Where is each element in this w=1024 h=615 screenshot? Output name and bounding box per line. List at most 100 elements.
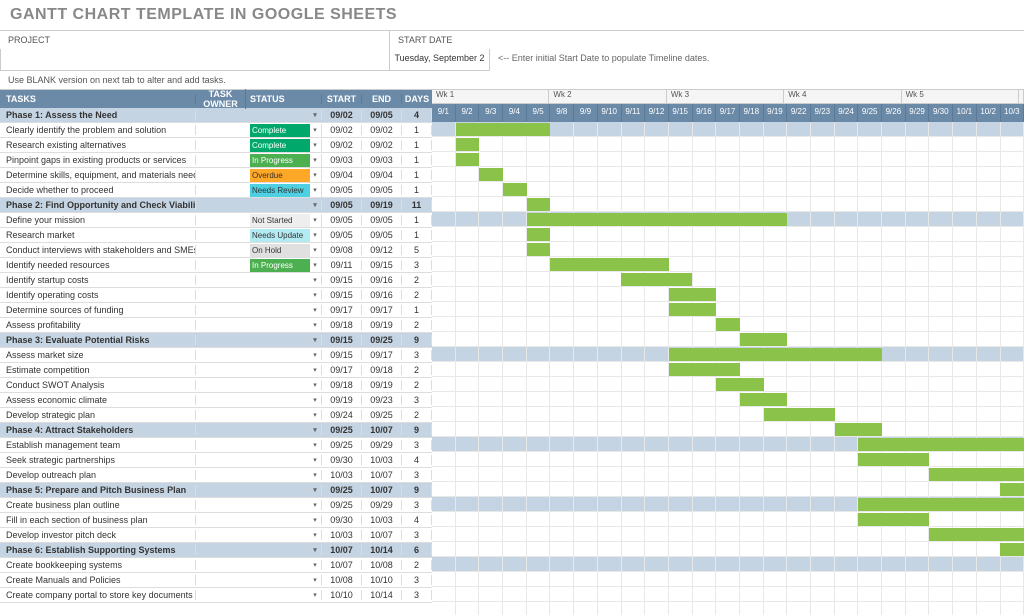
phase-row[interactable]: Phase 6: Establish Supporting Systems▾10… <box>0 543 432 558</box>
task-row[interactable]: Identify operating costs▾09/1509/162 <box>0 288 432 303</box>
start-date[interactable]: 10/03 <box>322 470 362 480</box>
gantt-bar[interactable] <box>764 408 835 421</box>
phase-row[interactable]: Phase 4: Attract Stakeholders▾09/2510/07… <box>0 423 432 438</box>
dropdown-icon[interactable]: ▾ <box>310 395 320 405</box>
start-date[interactable]: 10/10 <box>322 590 362 600</box>
phase-row[interactable]: Phase 3: Evaluate Potential Risks▾09/150… <box>0 333 432 348</box>
end-date[interactable]: 09/05 <box>362 110 402 120</box>
status-cell[interactable]: ▾ <box>246 365 322 375</box>
gantt-bar[interactable] <box>669 303 716 316</box>
dropdown-icon[interactable]: ▾ <box>310 140 320 150</box>
dropdown-icon[interactable]: ▾ <box>310 545 320 555</box>
task-row[interactable]: Estimate competition▾09/1709/182 <box>0 363 432 378</box>
end-date[interactable]: 10/07 <box>362 530 402 540</box>
task-row[interactable]: Identify needed resourcesIn Progress▾09/… <box>0 258 432 273</box>
start-date[interactable]: 09/24 <box>322 410 362 420</box>
gantt-bar[interactable] <box>858 498 1024 511</box>
start-date[interactable]: 09/18 <box>322 380 362 390</box>
project-input[interactable] <box>0 49 390 71</box>
start-date[interactable]: 10/03 <box>322 530 362 540</box>
task-row[interactable]: Develop strategic plan▾09/2409/252 <box>0 408 432 423</box>
phase-row[interactable]: Phase 1: Assess the Need▾09/0209/054 <box>0 108 432 123</box>
gantt-bar[interactable] <box>456 153 480 166</box>
gantt-bar[interactable] <box>858 513 929 526</box>
end-date[interactable]: 09/17 <box>362 305 402 315</box>
dropdown-icon[interactable]: ▾ <box>310 245 320 255</box>
end-date[interactable]: 09/15 <box>362 260 402 270</box>
end-date[interactable]: 09/25 <box>362 410 402 420</box>
status-cell[interactable]: ▾ <box>246 395 322 405</box>
task-row[interactable]: Assess profitability▾09/1809/192 <box>0 318 432 333</box>
gantt-bar[interactable] <box>456 123 551 136</box>
status-cell[interactable]: ▾ <box>246 515 322 525</box>
dropdown-icon[interactable]: ▾ <box>310 515 320 525</box>
start-date[interactable]: 09/15 <box>322 290 362 300</box>
phase-row[interactable]: Phase 5: Prepare and Pitch Business Plan… <box>0 483 432 498</box>
start-date[interactable]: 09/15 <box>322 275 362 285</box>
task-row[interactable]: Assess market size▾09/1509/173 <box>0 348 432 363</box>
end-date[interactable]: 09/16 <box>362 275 402 285</box>
start-date[interactable]: 09/02 <box>322 125 362 135</box>
task-row[interactable]: Create business plan outline▾09/2509/293 <box>0 498 432 513</box>
gantt-bar[interactable] <box>1000 483 1024 496</box>
gantt-bar[interactable] <box>929 468 1024 481</box>
end-date[interactable]: 10/08 <box>362 560 402 570</box>
status-cell[interactable]: ▾ <box>246 425 322 435</box>
dropdown-icon[interactable]: ▾ <box>310 125 320 135</box>
start-date[interactable]: 09/08 <box>322 245 362 255</box>
dropdown-icon[interactable]: ▾ <box>310 110 320 120</box>
status-cell[interactable]: ▾ <box>246 545 322 555</box>
end-date[interactable]: 09/29 <box>362 500 402 510</box>
end-date[interactable]: 10/14 <box>362 590 402 600</box>
task-row[interactable]: Clearly identify the problem and solutio… <box>0 123 432 138</box>
status-cell[interactable]: ▾ <box>246 560 322 570</box>
status-cell[interactable]: In Progress▾ <box>246 154 322 167</box>
start-date[interactable]: 10/07 <box>322 545 362 555</box>
gantt-bar[interactable] <box>527 198 551 211</box>
start-date[interactable]: 09/02 <box>322 110 362 120</box>
start-date[interactable]: 09/04 <box>322 170 362 180</box>
end-date[interactable]: 09/16 <box>362 290 402 300</box>
task-row[interactable]: Develop outreach plan▾10/0310/073 <box>0 468 432 483</box>
status-cell[interactable]: ▾ <box>246 485 322 495</box>
end-date[interactable]: 09/02 <box>362 125 402 135</box>
status-cell[interactable]: Overdue▾ <box>246 169 322 182</box>
dropdown-icon[interactable]: ▾ <box>310 170 320 180</box>
dropdown-icon[interactable]: ▾ <box>310 485 320 495</box>
start-date[interactable]: 09/05 <box>322 200 362 210</box>
start-date[interactable]: 09/25 <box>322 425 362 435</box>
status-cell[interactable]: ▾ <box>246 320 322 330</box>
end-date[interactable]: 10/03 <box>362 515 402 525</box>
status-cell[interactable]: ▾ <box>246 275 322 285</box>
task-row[interactable]: Identify startup costs▾09/1509/162 <box>0 273 432 288</box>
start-date[interactable]: 09/05 <box>322 185 362 195</box>
gantt-bar[interactable] <box>716 378 763 391</box>
end-date[interactable]: 09/19 <box>362 200 402 210</box>
end-date[interactable]: 10/07 <box>362 470 402 480</box>
phase-row[interactable]: Phase 2: Find Opportunity and Check Viab… <box>0 198 432 213</box>
start-date[interactable]: 09/05 <box>322 230 362 240</box>
start-date[interactable]: 09/25 <box>322 440 362 450</box>
dropdown-icon[interactable]: ▾ <box>310 260 320 270</box>
status-cell[interactable]: ▾ <box>246 290 322 300</box>
task-row[interactable]: Assess economic climate▾09/1909/233 <box>0 393 432 408</box>
dropdown-icon[interactable]: ▾ <box>310 470 320 480</box>
start-date-input[interactable]: Tuesday, September 2 <box>390 49 490 71</box>
end-date[interactable]: 09/19 <box>362 380 402 390</box>
end-date[interactable]: 09/18 <box>362 365 402 375</box>
gantt-bar[interactable] <box>858 438 1024 451</box>
start-date[interactable]: 09/30 <box>322 455 362 465</box>
dropdown-icon[interactable]: ▾ <box>310 590 320 600</box>
status-cell[interactable]: ▾ <box>246 530 322 540</box>
dropdown-icon[interactable]: ▾ <box>310 350 320 360</box>
gantt-bar[interactable] <box>669 363 740 376</box>
end-date[interactable]: 10/07 <box>362 485 402 495</box>
start-date[interactable]: 09/25 <box>322 485 362 495</box>
task-row[interactable]: Research existing alternativesComplete▾0… <box>0 138 432 153</box>
status-cell[interactable]: ▾ <box>246 110 322 120</box>
gantt-bar[interactable] <box>669 348 882 361</box>
gantt-bar[interactable] <box>527 213 787 226</box>
status-cell[interactable]: ▾ <box>246 440 322 450</box>
gantt-bar[interactable] <box>669 288 716 301</box>
status-cell[interactable]: In Progress▾ <box>246 259 322 272</box>
